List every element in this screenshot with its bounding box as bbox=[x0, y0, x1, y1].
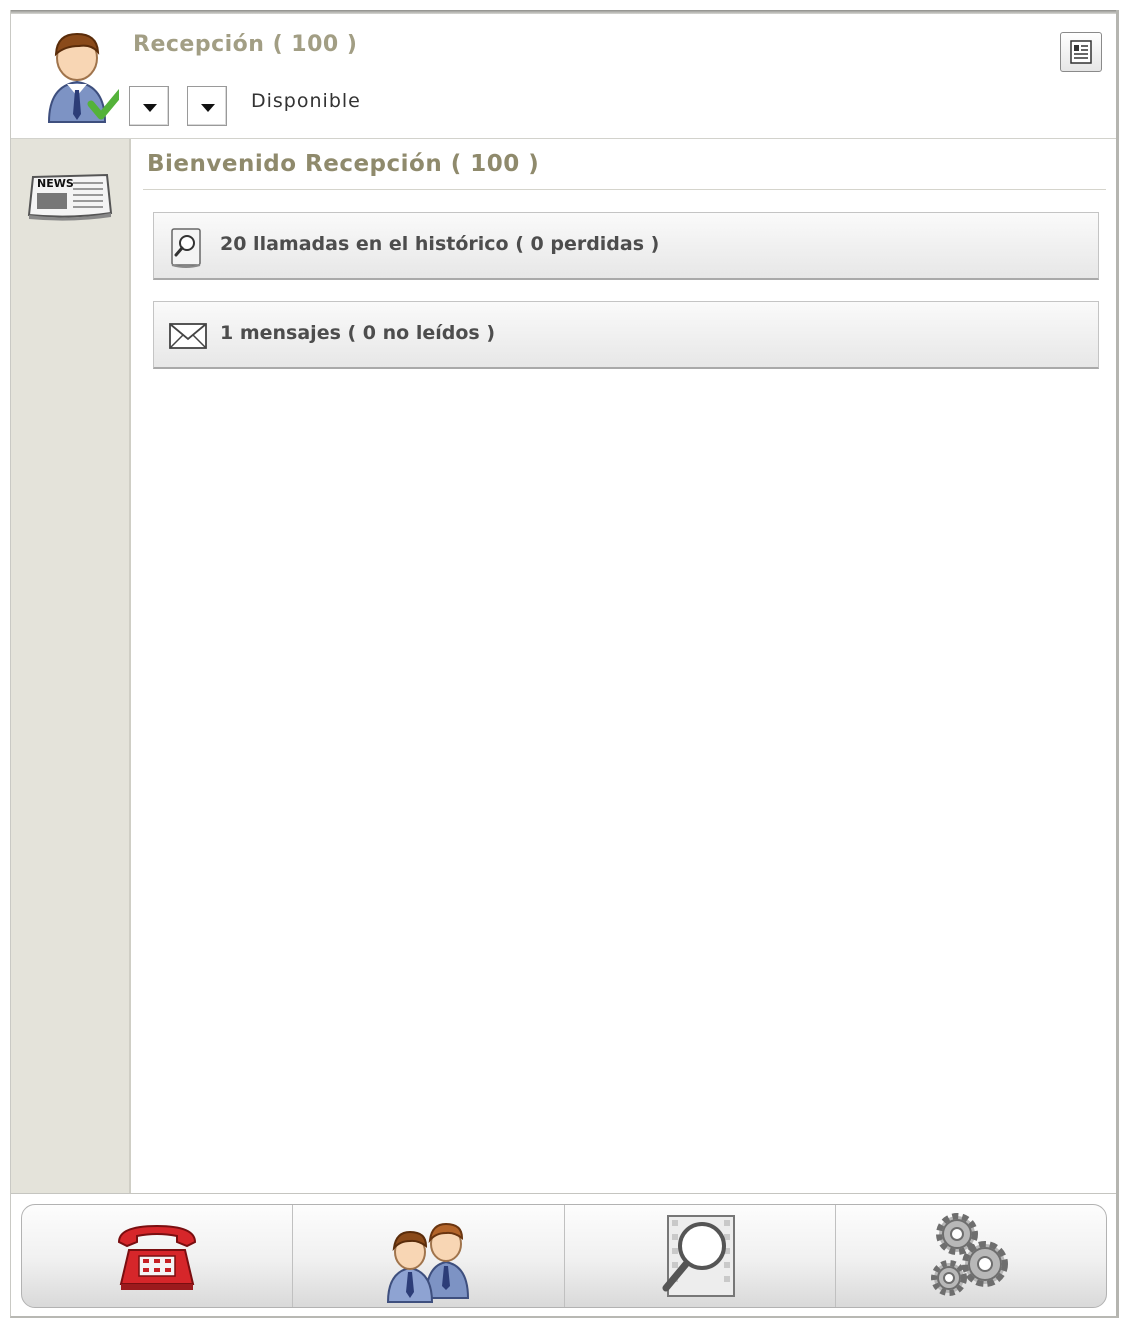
app-window: Recepción ( 100 ) Disponible NEWS Bienve… bbox=[10, 10, 1119, 1318]
contacts-icon bbox=[387, 1222, 470, 1303]
news-icon-label: NEWS bbox=[37, 177, 74, 190]
call-history-text: 20 llamadas en el histórico ( 0 perdidas… bbox=[220, 233, 660, 255]
main-panel: Bienvenido Recepción ( 100 ) 20 llamadas… bbox=[133, 139, 1116, 1193]
user-available-icon[interactable] bbox=[35, 24, 119, 124]
tab-contacts[interactable] bbox=[293, 1205, 565, 1307]
messages-row[interactable]: 1 mensajes ( 0 no leídos ) bbox=[153, 301, 1099, 369]
chevron-down-icon bbox=[201, 104, 215, 112]
tab-search-log[interactable] bbox=[565, 1205, 836, 1307]
envelope-icon bbox=[169, 323, 207, 349]
telephone-icon bbox=[118, 1224, 197, 1290]
status-dropdown-button[interactable] bbox=[129, 86, 169, 126]
history-search-icon bbox=[171, 228, 201, 268]
layout-toggle-icon bbox=[1070, 40, 1092, 64]
tab-phone[interactable] bbox=[22, 1205, 294, 1307]
user-title: Recepción ( 100 ) bbox=[133, 32, 358, 57]
sidebar: NEWS bbox=[11, 139, 131, 1193]
call-history-row[interactable]: 20 llamadas en el histórico ( 0 perdidas… bbox=[153, 212, 1099, 280]
status-text: Disponible bbox=[251, 90, 361, 112]
presence-dropdown-button[interactable] bbox=[187, 86, 227, 126]
search-log-icon bbox=[662, 1215, 735, 1297]
bottom-toolbar bbox=[11, 1193, 1116, 1316]
welcome-heading: Bienvenido Recepción ( 100 ) bbox=[147, 151, 540, 177]
sidebar-item-news[interactable]: NEWS bbox=[27, 169, 113, 225]
divider bbox=[143, 189, 1106, 190]
news-icon: NEWS bbox=[27, 173, 113, 221]
user-header: Recepción ( 100 ) Disponible bbox=[11, 14, 1116, 139]
tab-settings[interactable] bbox=[836, 1205, 1106, 1307]
chevron-down-icon bbox=[143, 104, 157, 112]
layout-toggle-button[interactable] bbox=[1060, 32, 1102, 72]
settings-gears-icon bbox=[930, 1213, 1008, 1296]
messages-text: 1 mensajes ( 0 no leídos ) bbox=[220, 322, 495, 344]
bottom-tab-bar bbox=[21, 1204, 1107, 1308]
